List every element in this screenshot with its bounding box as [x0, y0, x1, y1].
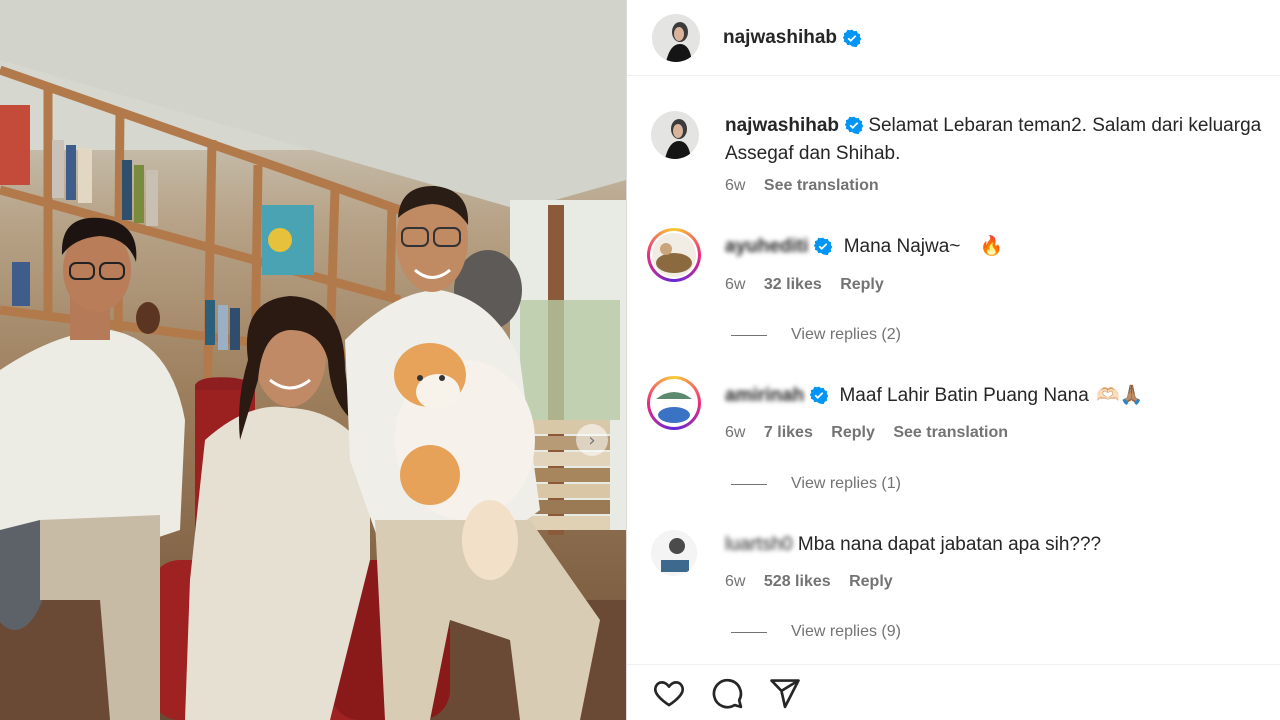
- verified-badge-icon: [810, 386, 829, 404]
- send-icon[interactable]: [767, 675, 803, 711]
- comment-meta: 6w 7 likes Reply See translation: [725, 424, 1022, 442]
- view-replies-button[interactable]: View replies (2): [731, 326, 901, 344]
- comment-text-row: ayuhediti Mana Najwa~ 🔥: [725, 233, 1003, 261]
- commenter-avatar[interactable]: [651, 530, 697, 576]
- comment-likes[interactable]: 528 likes: [764, 573, 831, 590]
- post-photo: ›: [0, 0, 626, 720]
- comment-username[interactable]: luartsh0: [725, 531, 793, 559]
- comment-time: 6w: [725, 573, 746, 590]
- comment-text-row: amirinah Maaf Lahir Batin Puang Nana 🫶🏻🙏…: [725, 382, 1143, 410]
- commenter-avatar[interactable]: [647, 376, 701, 430]
- commenter-avatar[interactable]: [647, 228, 701, 282]
- author-avatar[interactable]: [652, 13, 700, 62]
- commenter-avatar-image: [651, 530, 697, 576]
- comment-likes[interactable]: 32 likes: [764, 276, 822, 293]
- reply-button[interactable]: Reply: [849, 573, 893, 590]
- verified-badge-icon: [843, 29, 862, 47]
- comment-meta: 6w 32 likes Reply: [725, 276, 898, 294]
- comment-text: Maaf Lahir Batin Puang Nana: [839, 385, 1089, 406]
- caption-text-line-1: Selamat Lebaran teman2. Salam dari kelua…: [868, 115, 1262, 136]
- caption-meta: 6w See translation: [725, 177, 893, 195]
- comment-text: Mba nana dapat jabatan apa sih???: [797, 534, 1102, 555]
- caption-time: 6w: [725, 177, 746, 194]
- comment-time: 6w: [725, 424, 746, 441]
- reply-button[interactable]: Reply: [831, 424, 875, 441]
- caption-username[interactable]: najwashihab: [725, 115, 839, 136]
- view-replies-label: View replies (9): [791, 623, 901, 640]
- reply-button[interactable]: Reply: [840, 276, 884, 293]
- view-replies-label: View replies (1): [791, 475, 901, 492]
- commenter-avatar-image: [652, 381, 696, 425]
- replies-divider-line: [731, 334, 767, 336]
- replies-divider-line: [731, 631, 767, 633]
- see-translation-button[interactable]: See translation: [764, 177, 879, 194]
- author-avatar-image: [652, 13, 700, 62]
- view-replies-button[interactable]: View replies (9): [731, 623, 901, 641]
- post-header: najwashihab: [627, 0, 1280, 76]
- comment-text-row: luartsh0 Mba nana dapat jabatan apa sih?…: [725, 531, 1101, 559]
- view-replies-label: View replies (2): [791, 326, 901, 343]
- post-action-bar: [627, 664, 1280, 720]
- caption-author-avatar[interactable]: [651, 111, 699, 159]
- post-detail-panel: najwashihab najwashihab Selamat Lebaran …: [626, 0, 1280, 720]
- comment-username[interactable]: amirinah: [725, 382, 804, 410]
- commenter-avatar-image: [652, 233, 696, 277]
- fire-emoji: 🔥: [979, 236, 1004, 257]
- verified-badge-icon: [814, 237, 833, 255]
- author-username[interactable]: najwashihab: [723, 27, 837, 49]
- caption-text-line-2: Assegaf dan Shihab.: [725, 143, 901, 164]
- comment-icon[interactable]: [709, 675, 745, 711]
- caption-line-1: najwashihab Selamat Lebaran teman2. Sala…: [725, 112, 1261, 140]
- comment-time: 6w: [725, 276, 746, 293]
- comment-likes[interactable]: 7 likes: [764, 424, 813, 441]
- family-photo-illustration: [0, 0, 626, 720]
- carousel-next-button[interactable]: ›: [576, 424, 608, 456]
- verified-badge-icon: [845, 116, 864, 134]
- comment-text: Mana Najwa~: [843, 236, 961, 257]
- caption-avatar-image: [651, 111, 699, 159]
- heart-hands-pray-emoji: 🫶🏻🙏🏽: [1096, 385, 1144, 406]
- replies-divider-line: [731, 483, 767, 485]
- comment-meta: 6w 528 likes Reply: [725, 573, 907, 591]
- comment-username[interactable]: ayuhediti: [725, 233, 808, 261]
- view-replies-button[interactable]: View replies (1): [731, 475, 901, 493]
- see-translation-button[interactable]: See translation: [893, 424, 1008, 441]
- heart-icon[interactable]: [651, 675, 687, 711]
